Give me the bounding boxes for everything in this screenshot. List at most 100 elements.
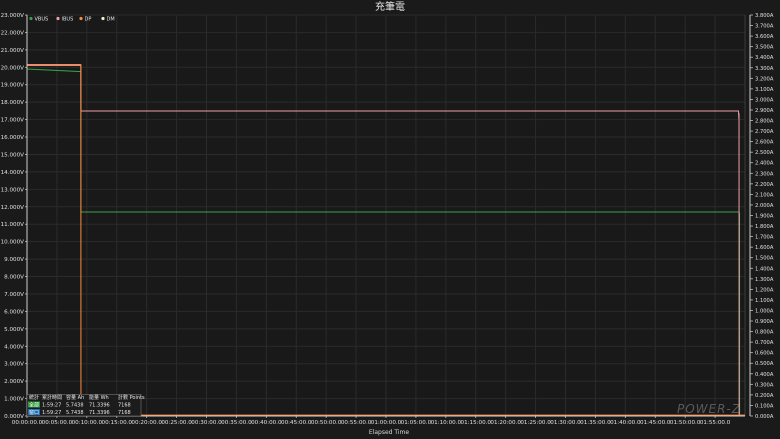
y-right-tick-label: 0.200A <box>755 393 774 399</box>
y-right-tick-label: 3.000A <box>755 97 774 103</box>
x-tick-label: 01:50:00.0 <box>670 420 701 426</box>
y-right-tick-label: 3.100A <box>755 87 774 93</box>
x-tick-label: 01:00:00.0 <box>371 420 402 426</box>
y-left-tick-label: 23.000V <box>1 13 25 19</box>
y-left-tick-label: 15.000V <box>1 152 25 158</box>
y-left-tick-label: 1.000V <box>4 397 24 403</box>
y-right-tick-label: 1.500A <box>755 256 774 262</box>
x-tick-label: 01:30:00.0 <box>550 420 581 426</box>
y-right-tick-label: 0.100A <box>755 403 774 409</box>
summary-table: 統計 累計時間 容量 Ah 能量 Wh 計數 Points 全部 1:59:27 5.7438… <box>26 394 145 417</box>
x-tick-label: 00:15:00.0 <box>102 420 133 426</box>
summary-header-cell: 容量 Ah <box>66 394 84 401</box>
x-tick-label: 00:45:00.0 <box>281 420 312 426</box>
x-tick-label: 01:15:00.0 <box>461 420 492 426</box>
y-left-tick-label: 13.000V <box>1 187 25 193</box>
x-tick-label: 00:10:00.0 <box>72 420 103 426</box>
y-right-tick-label: 0.000A <box>755 414 774 420</box>
x-tick-label: 01:05:00.0 <box>401 420 432 426</box>
y-right-tick-label: 2.400A <box>755 161 774 167</box>
y-left-tick-label: 5.000V <box>4 327 24 333</box>
legend-marker-dp <box>79 16 83 21</box>
y-right-tick-label: 0.300A <box>755 382 774 388</box>
y-left-tick-label: 3.000V <box>4 362 24 368</box>
x-axis-label: Elapsed Time <box>369 429 409 436</box>
legend-label-vbus: VBUS <box>35 17 49 23</box>
x-tick-label: 00:35:00.0 <box>221 420 252 426</box>
y-right-tick-label: 2.600A <box>755 140 774 146</box>
watermark-text: POWER-Z <box>677 402 741 416</box>
summary-cell: 5.7438 <box>66 410 84 416</box>
y-right-tick-label: 1.000A <box>755 308 774 314</box>
summary-cell: 7168 <box>118 410 131 416</box>
summary-cell: 71.3396 <box>89 403 110 409</box>
y-left-tick-label: 6.000V <box>4 309 24 315</box>
watermark: POWER-Z <box>677 402 741 416</box>
x-tick-label: 01:25:00.0 <box>520 420 551 426</box>
y-left-tick-label: 11.000V <box>1 222 25 228</box>
y-right-tick-label: 1.600A <box>755 245 774 251</box>
summary-cell: 7168 <box>118 403 131 409</box>
y-right-tick-label: 2.700A <box>755 129 774 135</box>
y-right-tick-label: 0.400A <box>755 372 774 378</box>
chart-title: 充筆電 <box>375 0 405 13</box>
legend-label-dp: DP <box>85 17 92 23</box>
x-tick-label: 01:40:00.0 <box>610 420 641 426</box>
y-left-tick-label: 21.000V <box>1 48 25 54</box>
y-right-tick-label: 3.700A <box>755 24 774 30</box>
y-right-tick-label: 1.100A <box>755 298 774 304</box>
y-left-tick-label: 19.000V <box>1 83 25 89</box>
summary-row-label: 窗口 <box>29 409 39 416</box>
summary-header-cell: 能量 Wh <box>89 394 109 401</box>
y-right-tick-label: 1.800A <box>755 224 774 230</box>
legend-marker-ibus <box>56 16 60 21</box>
legend-marker-vbus <box>29 16 33 21</box>
summary-header-cell: 統計 <box>29 394 39 401</box>
x-tick-label: 00:55:00.0 <box>341 420 372 426</box>
x-tick-label: 01:20:00.0 <box>490 420 521 426</box>
y-right-tick-label: 3.400A <box>755 55 774 61</box>
x-tick-label: 01:10:00.0 <box>431 420 462 426</box>
y-right-tick-label: 3.500A <box>755 45 774 51</box>
y-left-tick-label: 10.000V <box>1 240 25 246</box>
summary-cell: 1:59:27 <box>42 410 61 416</box>
y-right-tick-label: 1.200A <box>755 287 774 293</box>
y-left-tick-label: 20.000V <box>1 65 25 71</box>
y-right-tick-label: 2.900A <box>755 108 774 114</box>
x-tick-label: 01:45:00.0 <box>640 420 671 426</box>
x-tick-label: 00:20:00.0 <box>131 420 162 426</box>
y-right-tick-label: 1.300A <box>755 277 774 283</box>
y-right-tick-label: 3.300A <box>755 66 774 72</box>
y-left-tick-label: 4.000V <box>4 344 24 350</box>
chart: 充筆電 POWER-Z 0.000V1.000V2.000V3.000V4.00… <box>0 0 780 439</box>
y-left-tick-label: 8.000V <box>4 275 24 281</box>
y-right-tick-label: 0.900A <box>755 319 774 325</box>
x-tick-label: 01:55:00.0 <box>700 420 731 426</box>
y-left-tick-label: 2.000V <box>4 379 24 385</box>
y-right-tick-label: 2.800A <box>755 119 774 125</box>
y-right-tick-label: 0.800A <box>755 330 774 336</box>
y-left-tick-label: 7.000V <box>4 292 24 298</box>
legend-label-ibus: IBUS <box>62 17 74 23</box>
y-left-tick-label: 14.000V <box>1 170 25 176</box>
y-left-tick-label: 12.000V <box>1 205 25 211</box>
x-tick-label: 00:05:00.0 <box>42 420 73 426</box>
y-left-tick-label: 16.000V <box>1 135 25 141</box>
grid <box>26 14 746 417</box>
y-right-tick-label: 1.700A <box>755 235 774 241</box>
x-tick-label: 00:30:00.0 <box>191 420 222 426</box>
y-right-tick-label: 0.700A <box>755 340 774 346</box>
y-right-tick-label: 1.400A <box>755 266 774 272</box>
y-right-tick-label: 2.200A <box>755 182 774 188</box>
y-left-tick-label: 9.000V <box>4 257 24 263</box>
y-right-tick-label: 0.500A <box>755 361 774 367</box>
x-tick-label: 00:25:00.0 <box>161 420 192 426</box>
x-tick-label: 00:40:00.0 <box>251 420 282 426</box>
y-right-tick-label: 1.900A <box>755 214 774 220</box>
summary-cell: 5.7438 <box>66 403 84 409</box>
y-right-tick-label: 3.600A <box>755 34 774 40</box>
summary-cell: 71.3396 <box>89 410 110 416</box>
y-right-tick-label: 0.600A <box>755 351 774 357</box>
x-tick-label: 01:35:00.0 <box>580 420 611 426</box>
y-right-tick-label: 2.300A <box>755 171 774 177</box>
